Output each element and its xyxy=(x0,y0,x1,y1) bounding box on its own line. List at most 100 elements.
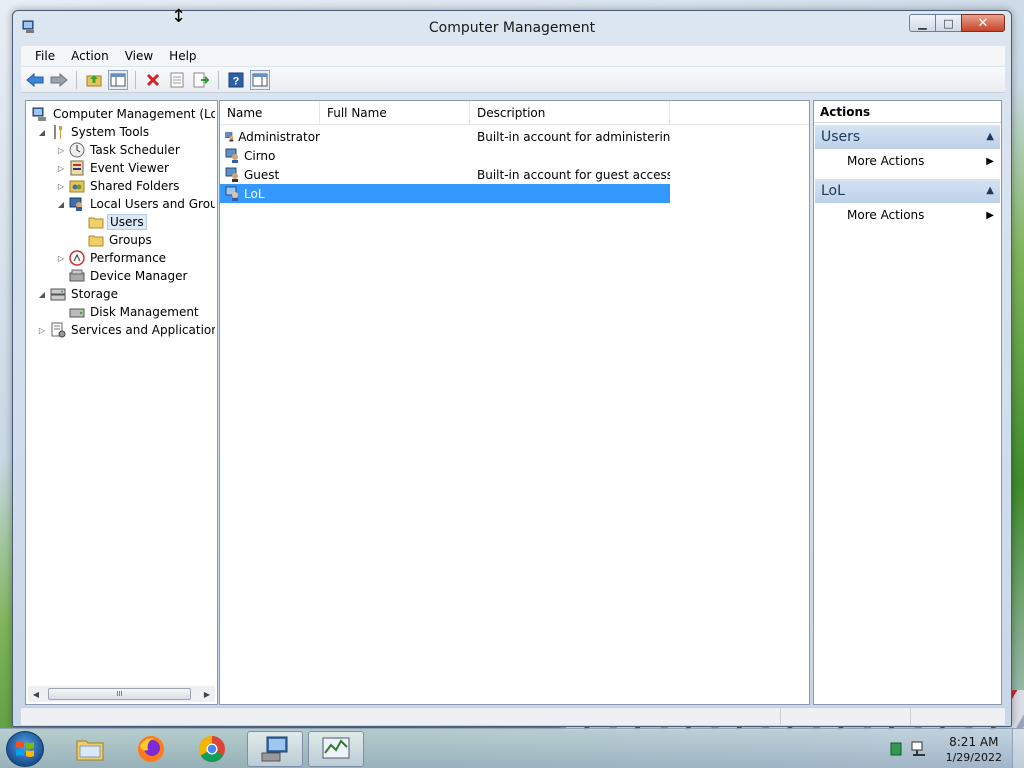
tree-label: Device Manager xyxy=(90,269,188,283)
scroll-thumb[interactable]: III xyxy=(48,688,191,700)
storage-icon xyxy=(50,288,66,301)
tree-item-event-viewer[interactable]: ▷ Event Viewer xyxy=(55,159,171,177)
tray-app-icon[interactable] xyxy=(890,742,902,756)
minimize-button[interactable]: ▁ xyxy=(909,14,935,32)
back-button[interactable] xyxy=(25,70,45,90)
expand-icon[interactable]: ▷ xyxy=(36,324,48,336)
menu-help[interactable]: Help xyxy=(161,49,204,63)
tree-item-device-manager[interactable]: Device Manager xyxy=(67,267,189,285)
tree-item-system-tools[interactable]: ◢ System Tools xyxy=(36,123,151,141)
user-name: Administrator xyxy=(238,129,320,144)
tree-item-computer-management[interactable]: Computer Management (Local xyxy=(30,105,215,123)
menu-view[interactable]: View xyxy=(117,49,161,63)
list-item[interactable]: LoL xyxy=(220,184,670,203)
taskbar-computer-management[interactable] xyxy=(247,731,303,767)
column-header-name[interactable]: Name xyxy=(220,101,320,125)
list-item[interactable]: Administrator Built-in account for admin… xyxy=(220,127,670,146)
user-description: Built-in account for guest access t... xyxy=(477,167,670,182)
event-viewer-icon xyxy=(70,160,84,176)
collapse-icon[interactable]: ◢ xyxy=(36,288,48,300)
expand-icon[interactable]: ▷ xyxy=(55,162,67,174)
tree-label: Event Viewer xyxy=(90,161,169,175)
toolbar-separator xyxy=(135,70,136,89)
user-name: LoL xyxy=(244,186,265,201)
toolbar: ? xyxy=(21,67,1005,93)
user-name: Cirno xyxy=(244,148,276,163)
actions-section-lol[interactable]: LoL ▲ xyxy=(815,179,1000,203)
maximize-button[interactable]: □ xyxy=(935,14,961,32)
taskbar-chrome[interactable] xyxy=(186,731,238,767)
menu-action[interactable]: Action xyxy=(63,49,117,63)
windows-logo-icon xyxy=(16,741,34,757)
list-item[interactable]: Cirno xyxy=(220,146,670,165)
action-label: More Actions xyxy=(847,154,925,168)
submenu-arrow-icon: ▶ xyxy=(986,155,994,167)
start-button[interactable] xyxy=(6,731,44,767)
delete-button[interactable] xyxy=(143,70,163,90)
taskbar-file-explorer[interactable] xyxy=(64,731,116,767)
delete-icon xyxy=(146,73,160,86)
forward-arrow-icon xyxy=(50,72,68,87)
taskbar-performance-monitor[interactable] xyxy=(308,731,364,767)
actions-section-users[interactable]: Users ▲ xyxy=(815,125,1000,149)
tree-horizontal-scrollbar[interactable]: ◀ III ▶ xyxy=(28,686,215,702)
scroll-right-icon[interactable]: ▶ xyxy=(199,686,215,702)
expand-icon[interactable]: ▷ xyxy=(55,144,67,156)
help-icon: ? xyxy=(228,72,244,87)
scroll-left-icon[interactable]: ◀ xyxy=(28,686,44,702)
help-button[interactable]: ? xyxy=(226,70,246,90)
console-tree: Computer Management (Local ◢ System Tool… xyxy=(28,103,215,686)
tree-item-services-applications[interactable]: ▷ Services and Applications xyxy=(36,321,215,339)
collapse-caret-icon[interactable]: ▲ xyxy=(986,185,994,196)
collapse-icon[interactable]: ◢ xyxy=(36,126,48,138)
show-hide-action-pane-button[interactable] xyxy=(250,69,270,90)
collapse-icon[interactable]: ◢ xyxy=(55,198,67,210)
network-icon[interactable] xyxy=(910,740,928,758)
clock-date: 1/29/2022 xyxy=(945,751,1002,764)
menu-file[interactable]: File xyxy=(27,49,63,63)
more-actions-users[interactable]: More Actions ▶ xyxy=(815,151,1000,171)
clock[interactable]: 8:21 AM 1/29/2022 xyxy=(946,734,1002,766)
tree-item-shared-folders[interactable]: ▷ Shared Folders xyxy=(55,177,181,195)
tree-label: Storage xyxy=(71,287,118,301)
taskbar-firefox[interactable] xyxy=(125,731,177,767)
status-cell xyxy=(781,708,911,726)
column-header-full-name[interactable]: Full Name xyxy=(320,101,470,125)
tree-label: Computer Management (Local xyxy=(53,107,215,121)
column-header-description[interactable]: Description xyxy=(470,101,670,125)
status-bar xyxy=(21,707,1005,726)
submenu-arrow-icon: ▶ xyxy=(986,209,994,221)
tree-label: Disk Management xyxy=(90,305,199,319)
properties-button[interactable] xyxy=(167,70,187,90)
tree-item-local-users-groups[interactable]: ◢ Local Users and Groups xyxy=(55,195,215,213)
system-tools-icon xyxy=(54,125,62,139)
user-icon xyxy=(225,167,238,182)
show-hide-console-tree-button[interactable] xyxy=(108,69,128,90)
show-desktop-button[interactable] xyxy=(1012,729,1024,768)
title-bar[interactable]: Computer Management ▁ □ ✕ xyxy=(13,11,1011,45)
tree-item-performance[interactable]: ▷ Performance xyxy=(55,249,168,267)
tree-item-storage[interactable]: ◢ Storage xyxy=(36,285,120,303)
actions-title: Actions xyxy=(814,101,1001,123)
task-scheduler-icon xyxy=(69,142,85,158)
tree-item-users[interactable]: Users xyxy=(86,213,147,231)
close-button[interactable]: ✕ xyxy=(961,14,1005,32)
folder-icon xyxy=(88,235,104,247)
up-one-level-button[interactable] xyxy=(84,70,104,90)
export-list-button[interactable] xyxy=(191,70,211,90)
more-actions-lol[interactable]: More Actions ▶ xyxy=(815,205,1000,225)
expand-icon[interactable]: ▷ xyxy=(55,180,67,192)
tree-item-disk-management[interactable]: Disk Management xyxy=(67,303,201,321)
tree-item-task-scheduler[interactable]: ▷ Task Scheduler xyxy=(55,141,182,159)
collapse-caret-icon[interactable]: ▲ xyxy=(986,131,994,142)
firefox-icon xyxy=(138,736,164,762)
close-icon: ✕ xyxy=(977,15,989,31)
status-cell xyxy=(911,708,1005,726)
toolbar-separator xyxy=(218,70,219,89)
shared-folders-icon xyxy=(69,180,85,193)
svg-text:?: ? xyxy=(233,75,240,87)
forward-button[interactable] xyxy=(49,70,69,90)
list-item[interactable]: Guest Built-in account for guest access … xyxy=(220,165,670,184)
tree-item-groups[interactable]: Groups xyxy=(86,231,154,249)
expand-icon[interactable]: ▷ xyxy=(55,252,67,264)
